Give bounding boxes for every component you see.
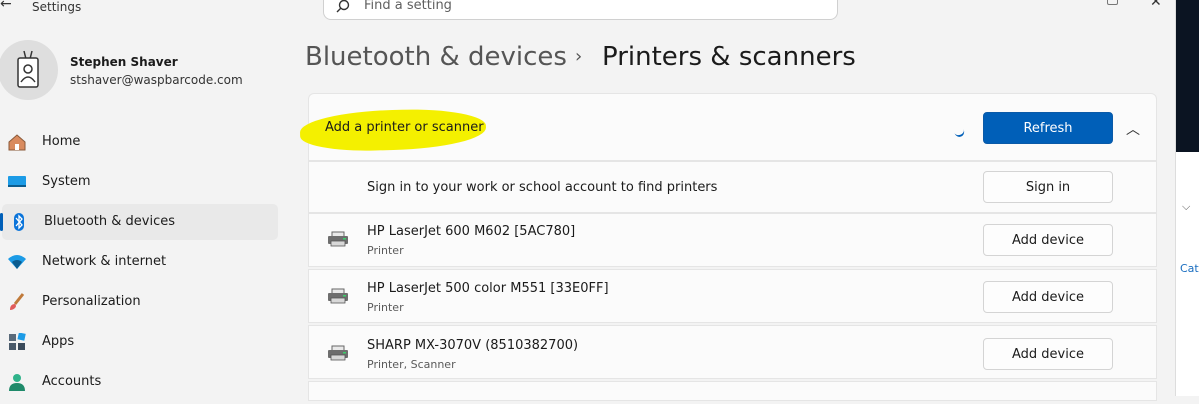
adjacent-window-edge: ⌵ Cate xyxy=(1175,0,1199,396)
printer-name: HP LaserJet 600 M602 [5AC780] xyxy=(367,224,576,239)
sidebar-item-label: Home xyxy=(42,134,81,149)
brush-icon xyxy=(10,293,25,310)
breadcrumb-parent[interactable]: Bluetooth & devices xyxy=(305,42,567,72)
sidebar-item-label: Personalization xyxy=(42,294,141,309)
sidebar-item-network[interactable]: Network & internet xyxy=(0,244,280,280)
sidebar-item-bluetooth[interactable]: Bluetooth & devices xyxy=(0,204,278,240)
bluetooth-icon xyxy=(14,213,24,231)
printer-name: HP LaserJet 500 color M551 [33E0FF] xyxy=(367,281,609,296)
sidebar-item-label: Network & internet xyxy=(42,254,167,269)
printer-icon xyxy=(328,231,348,247)
add-printer-title: Add a printer or scanner xyxy=(325,120,484,135)
printer-icon xyxy=(328,345,348,361)
user-email: stshaver@waspbarcode.com xyxy=(70,73,243,87)
sidebar-item-label: Accounts xyxy=(42,374,102,389)
adjacent-window-image xyxy=(1176,0,1199,152)
refresh-button[interactable]: Refresh xyxy=(983,112,1113,144)
sidebar-nav: Home System Bluetooth & devices Network … xyxy=(0,124,280,404)
printer-type: Printer xyxy=(367,301,404,314)
sidebar-item-home[interactable]: Home xyxy=(0,124,280,160)
chevron-down-icon[interactable]: ⌵ xyxy=(1182,200,1190,214)
maximize-icon[interactable] xyxy=(1107,0,1118,5)
sidebar-item-accounts[interactable]: Accounts xyxy=(0,364,280,400)
list-item xyxy=(308,381,1157,401)
chevron-up-icon[interactable]: ︿ xyxy=(1126,119,1140,139)
person-icon xyxy=(9,374,25,391)
add-device-button[interactable]: Add device xyxy=(983,281,1113,313)
printer-type: Printer xyxy=(367,244,404,257)
search-box[interactable] xyxy=(323,0,838,20)
printer-icon xyxy=(328,288,348,304)
add-device-button[interactable]: Add device xyxy=(983,338,1113,370)
signin-text: Sign in to your work or school account t… xyxy=(367,180,718,195)
wifi-icon xyxy=(8,255,26,269)
sidebar-item-personalization[interactable]: Personalization xyxy=(0,284,280,320)
sidebar-item-apps[interactable]: Apps xyxy=(0,324,280,360)
add-device-button[interactable]: Add device xyxy=(983,224,1113,256)
window-title: Settings xyxy=(32,0,82,14)
close-icon[interactable]: ✕ xyxy=(1150,0,1162,10)
sign-in-button[interactable]: Sign in xyxy=(983,171,1113,203)
printer-name: SHARP MX-3070V (8510382700) xyxy=(367,338,579,353)
page-title: Printers & scanners xyxy=(602,42,856,72)
sidebar-item-system[interactable]: System xyxy=(0,164,280,200)
apps-icon xyxy=(9,333,26,350)
home-icon xyxy=(8,134,26,151)
adjacent-window-text[interactable]: Cate xyxy=(1180,262,1199,275)
sidebar-item-label: Bluetooth & devices xyxy=(44,214,175,229)
printer-type: Printer, Scanner xyxy=(367,358,456,371)
sidebar-item-label: Apps xyxy=(42,334,75,349)
breadcrumb-separator: › xyxy=(575,46,583,67)
selection-indicator xyxy=(0,213,3,231)
search-icon xyxy=(336,0,350,13)
search-input[interactable] xyxy=(364,0,804,14)
monitor-icon xyxy=(8,176,26,187)
user-name: Stephen Shaver xyxy=(70,55,178,69)
sidebar-item-label: System xyxy=(42,174,91,189)
avatar[interactable] xyxy=(0,40,58,100)
back-arrow-icon[interactable]: ← xyxy=(0,0,12,12)
id-badge-icon xyxy=(17,50,39,88)
